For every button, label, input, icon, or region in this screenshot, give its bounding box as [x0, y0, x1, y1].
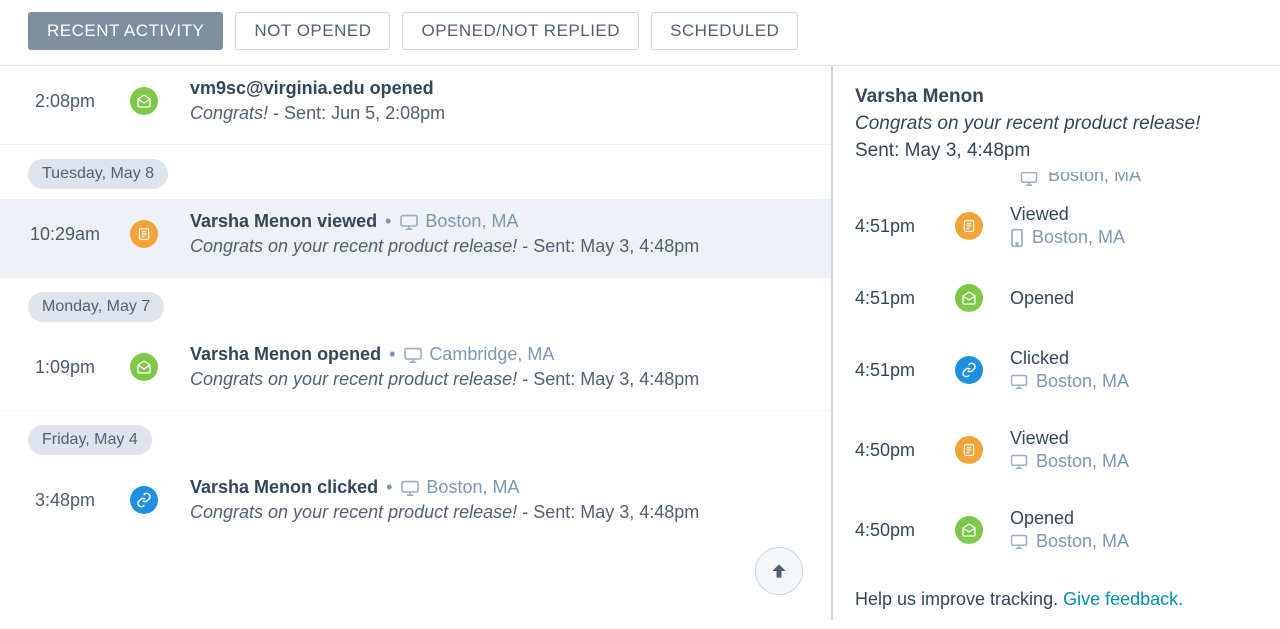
give-feedback-link[interactable]: Give feedback. — [1063, 589, 1183, 609]
date-header: Monday, May 7 — [0, 278, 831, 332]
envelope-open-icon — [955, 284, 983, 312]
document-view-icon — [130, 220, 158, 248]
activity-feed: 2:08pm vm9sc@virginia.edu opened Congrat… — [0, 66, 833, 620]
activity-subject: Congrats on your recent product release! — [190, 502, 517, 522]
activity-time: 3:48pm — [0, 490, 130, 511]
detail-event-action: Clicked — [1010, 348, 1129, 369]
detail-subject: Congrats on your recent product release! — [855, 113, 1258, 135]
activity-who: vm9sc@virginia.edu — [190, 78, 365, 98]
activity-row[interactable]: 2:08pm vm9sc@virginia.edu opened Congrat… — [0, 66, 831, 145]
detail-event-action: Viewed — [1010, 204, 1125, 225]
desktop-icon — [1010, 454, 1028, 469]
detail-contact-name: Varsha Menon — [855, 86, 1258, 108]
detail-event-row: 4:51pm Opened — [855, 266, 1258, 330]
activity-subject: Congrats! — [190, 103, 268, 123]
activity-who: Varsha Menon — [190, 477, 312, 497]
tabs-bar: RECENT ACTIVITY NOT OPENED OPENED/NOT RE… — [0, 0, 1280, 66]
activity-time: 2:08pm — [0, 91, 130, 112]
feedback-prompt: Help us improve tracking. Give feedback. — [855, 589, 1183, 610]
date-header: Friday, May 4 — [0, 411, 831, 465]
activity-subject: Congrats on your recent product release! — [190, 236, 517, 256]
detail-event-time: 4:50pm — [855, 520, 955, 541]
detail-event-location: Boston, MA — [1032, 227, 1125, 248]
activity-row[interactable]: 3:48pm Varsha Menon clicked • Boston, MA… — [0, 465, 831, 543]
detail-event-time: 4:51pm — [855, 288, 955, 309]
activity-location: Cambridge, MA — [429, 344, 554, 365]
detail-event-row-partial: Boston, MA — [855, 172, 1258, 186]
activity-who: Varsha Menon — [190, 344, 312, 364]
activity-sent: Sent: May 3, 4:48pm — [533, 502, 699, 522]
detail-event-row: 4:51pm Viewed Boston, MA — [855, 186, 1258, 266]
date-header: Tuesday, May 8 — [0, 145, 831, 199]
date-pill: Friday, May 4 — [28, 425, 152, 455]
desktop-icon — [400, 480, 420, 496]
activity-subject: Congrats on your recent product release! — [190, 369, 517, 389]
activity-row[interactable]: 1:09pm Varsha Menon opened • Cambridge, … — [0, 332, 831, 411]
detail-event-row: 4:50pm Opened Boston, MA — [855, 490, 1258, 570]
feedback-text: Help us improve tracking. — [855, 589, 1058, 609]
activity-location: Boston, MA — [426, 477, 519, 498]
activity-time: 10:29am — [0, 224, 130, 245]
activity-action: viewed — [317, 211, 377, 231]
activity-sent: Sent: May 3, 4:48pm — [533, 236, 699, 256]
envelope-open-icon — [130, 87, 158, 115]
mobile-icon — [1010, 228, 1024, 248]
activity-action: opened — [317, 344, 381, 364]
desktop-icon — [1010, 374, 1028, 389]
tab-not-opened[interactable]: NOT OPENED — [235, 12, 390, 50]
activity-time: 1:09pm — [0, 357, 130, 378]
activity-who: Varsha Menon — [190, 211, 312, 231]
detail-event-time: 4:51pm — [855, 216, 955, 237]
tab-scheduled[interactable]: SCHEDULED — [651, 12, 798, 50]
desktop-icon — [399, 214, 419, 230]
tab-opened-not-replied[interactable]: OPENED/NOT REPLIED — [402, 12, 639, 50]
detail-event-time: 4:50pm — [855, 440, 955, 461]
desktop-icon — [403, 347, 423, 363]
detail-event-row: 4:50pm Viewed Boston, MA — [855, 410, 1258, 490]
activity-location: Boston, MA — [425, 211, 518, 232]
detail-event-action: Viewed — [1010, 428, 1129, 449]
envelope-open-icon — [955, 516, 983, 544]
document-view-icon — [955, 212, 983, 240]
detail-event-location: Boston, MA — [1048, 172, 1141, 186]
activity-action: opened — [370, 78, 434, 98]
activity-sent: Sent: Jun 5, 2:08pm — [284, 103, 445, 123]
envelope-open-icon — [130, 353, 158, 381]
detail-sent: Sent: May 3, 4:48pm — [855, 140, 1258, 162]
date-pill: Tuesday, May 8 — [28, 159, 168, 189]
detail-event-location: Boston, MA — [1036, 371, 1129, 392]
activity-action: clicked — [317, 477, 378, 497]
detail-event-action: Opened — [1010, 288, 1074, 309]
document-view-icon — [955, 436, 983, 464]
date-pill: Monday, May 7 — [28, 292, 164, 322]
link-click-icon — [130, 486, 158, 514]
link-click-icon — [955, 356, 983, 384]
detail-panel: Varsha Menon Congrats on your recent pro… — [833, 66, 1280, 620]
activity-row[interactable]: 10:29am Varsha Menon viewed • Boston, MA… — [0, 199, 831, 278]
desktop-icon — [1010, 534, 1028, 549]
desktop-icon — [1020, 172, 1038, 186]
tab-recent-activity[interactable]: RECENT ACTIVITY — [28, 12, 223, 50]
detail-event-time: 4:51pm — [855, 360, 955, 381]
activity-sent: Sent: May 3, 4:48pm — [533, 369, 699, 389]
detail-event-row: 4:51pm Clicked Boston, MA — [855, 330, 1258, 410]
detail-event-location: Boston, MA — [1036, 451, 1129, 472]
detail-event-action: Opened — [1010, 508, 1129, 529]
detail-event-location: Boston, MA — [1036, 531, 1129, 552]
scroll-to-top-button[interactable] — [755, 547, 803, 595]
arrow-up-icon — [769, 561, 789, 581]
